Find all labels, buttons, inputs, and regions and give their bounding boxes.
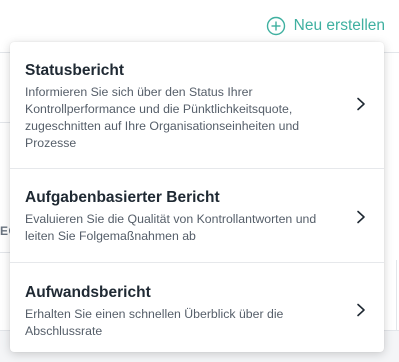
menu-item-title: Statusbericht bbox=[25, 62, 125, 79]
divider bbox=[0, 252, 10, 253]
menu-item-status-report[interactable]: Statusbericht Informieren Sie sich über … bbox=[10, 42, 384, 168]
menu-item-description: Erhalten Sie einen schnellen Überblick ü… bbox=[25, 307, 284, 338]
menu-item-description: Informieren Sie sich über den Status Ihr… bbox=[25, 85, 300, 150]
new-create-label: Neu erstellen bbox=[293, 17, 385, 34]
chevron-right-icon bbox=[354, 210, 368, 224]
new-create-button[interactable]: Neu erstellen bbox=[266, 12, 385, 40]
menu-item-effort-report[interactable]: Aufwandsbericht Erhalten Sie einen schne… bbox=[10, 262, 384, 352]
divider bbox=[396, 260, 397, 330]
menu-item-title: Aufgabenbasierter Bericht bbox=[25, 189, 220, 206]
create-report-menu: Statusbericht Informieren Sie sich über … bbox=[10, 42, 384, 352]
plus-circle-icon bbox=[266, 16, 286, 36]
chevron-right-icon bbox=[354, 97, 368, 111]
chevron-right-icon bbox=[354, 303, 368, 317]
menu-item-task-based-report[interactable]: Aufgabenbasierter Bericht Evaluieren Sie… bbox=[10, 168, 384, 262]
menu-item-title: Aufwandsbericht bbox=[25, 284, 151, 301]
menu-item-description: Evaluieren Sie die Qualität von Kontroll… bbox=[25, 212, 317, 243]
divider bbox=[0, 122, 10, 123]
